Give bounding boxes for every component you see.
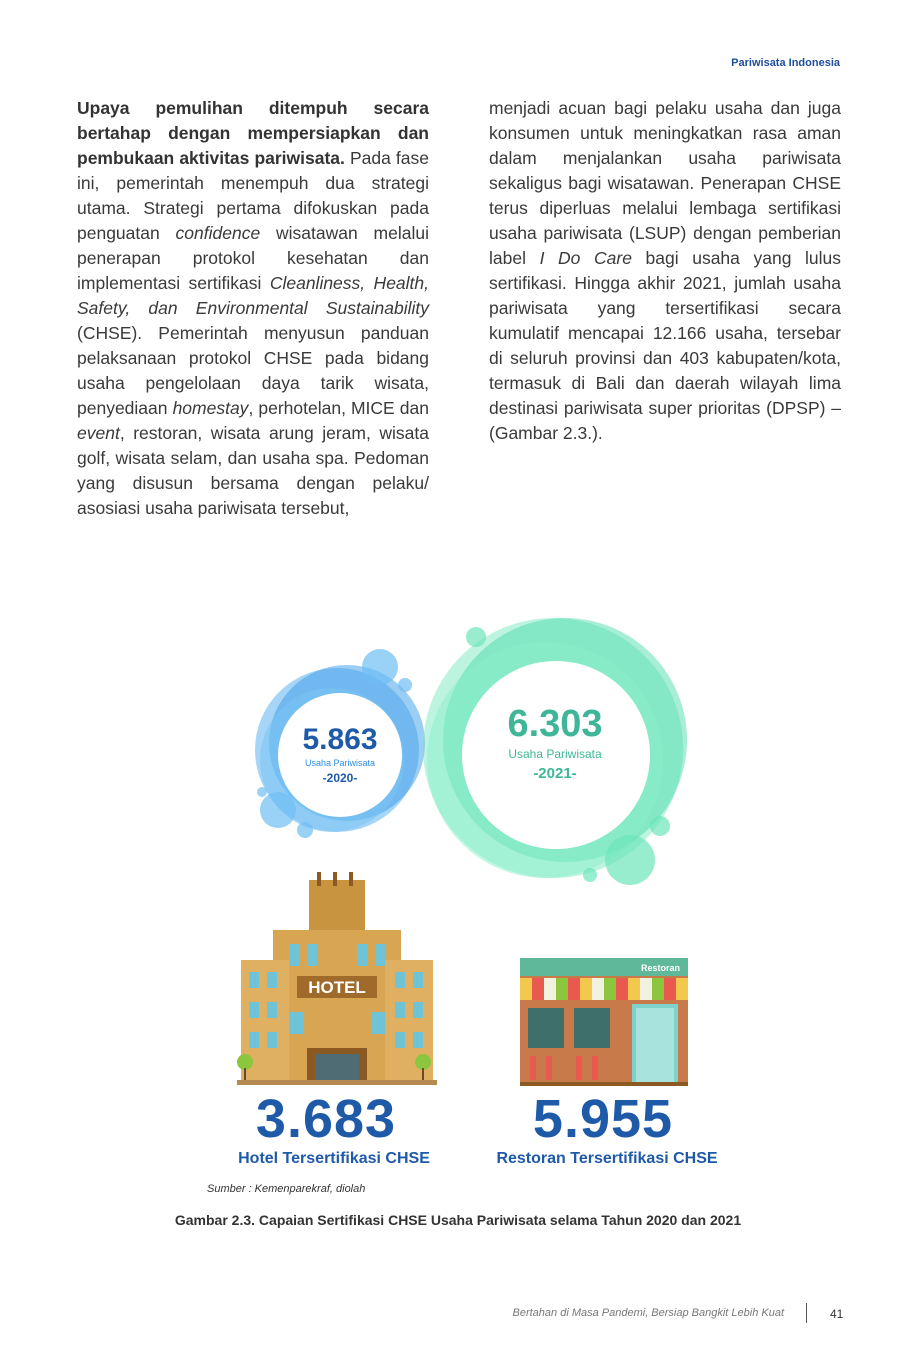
bubble-2020-year: -2020- bbox=[322, 771, 358, 785]
bubble-2020-label: Usaha Pariwisata bbox=[304, 758, 376, 768]
hotel-icon: HOTEL bbox=[237, 872, 437, 1085]
paragraph-text: bagi usaha yang lulus sertifikasi. Hingg… bbox=[489, 248, 842, 443]
paragraph-text: menjadi acuan bagi pelaku usaha dan juga… bbox=[489, 98, 841, 268]
body-column-right: menjadi acuan bagi pelaku usaha dan juga… bbox=[489, 96, 841, 446]
page-number: 41 bbox=[830, 1307, 844, 1321]
emphasis-text: confidence bbox=[175, 223, 261, 243]
restaurant-caption: Restoran Tersertifikasi CHSE bbox=[496, 1150, 718, 1167]
emphasis-text: homestay bbox=[172, 398, 249, 418]
restaurant-icon: Restoran bbox=[520, 958, 688, 1086]
emphasis-text: event bbox=[77, 423, 120, 443]
figure-source: Sumber : Kemenparekraf, diolah bbox=[207, 1183, 366, 1195]
hotel-value: 3.683 bbox=[255, 1089, 397, 1149]
figure-caption: Gambar 2.3. Capaian Sertifikasi CHSE Usa… bbox=[174, 1212, 742, 1228]
bubble-2021-label: Usaha Pariwisata bbox=[508, 747, 602, 761]
bubble-2021: 6.303 Usaha Pariwisata -2021- bbox=[480, 704, 630, 782]
footer-title: Bertahan di Masa Pandemi, Bersiap Bangki… bbox=[512, 1307, 785, 1319]
body-column-left: Upaya pemulihan ditempuh secara bertahap… bbox=[77, 96, 429, 521]
bubble-2020: 5.863 Usaha Pariwisata -2020- bbox=[280, 723, 400, 786]
running-header: Pariwisata Indonesia bbox=[731, 57, 840, 69]
bubble-2020-value: 5.863 bbox=[302, 723, 378, 756]
infographic: 5.863 Usaha Pariwisata -2020- 6.303 Usah… bbox=[0, 600, 916, 1200]
footer-divider bbox=[806, 1303, 807, 1323]
paragraph-text: , perhotelan, MICE dan bbox=[248, 398, 429, 418]
emphasis-text: I Do Care bbox=[539, 248, 632, 268]
restaurant-value: 5.955 bbox=[532, 1089, 674, 1149]
bubble-2021-year: -2021- bbox=[533, 765, 577, 782]
restaurant-sign: Restoran bbox=[641, 963, 680, 973]
bubble-2021-value: 6.303 bbox=[507, 703, 603, 745]
hotel-caption: Hotel Tersertifikasi CHSE bbox=[238, 1150, 430, 1167]
paragraph-text: , restoran, wisata arung jeram, wisata g… bbox=[77, 423, 429, 518]
hotel-sign: HOTEL bbox=[308, 978, 366, 997]
bubbles-graphic bbox=[255, 618, 687, 885]
